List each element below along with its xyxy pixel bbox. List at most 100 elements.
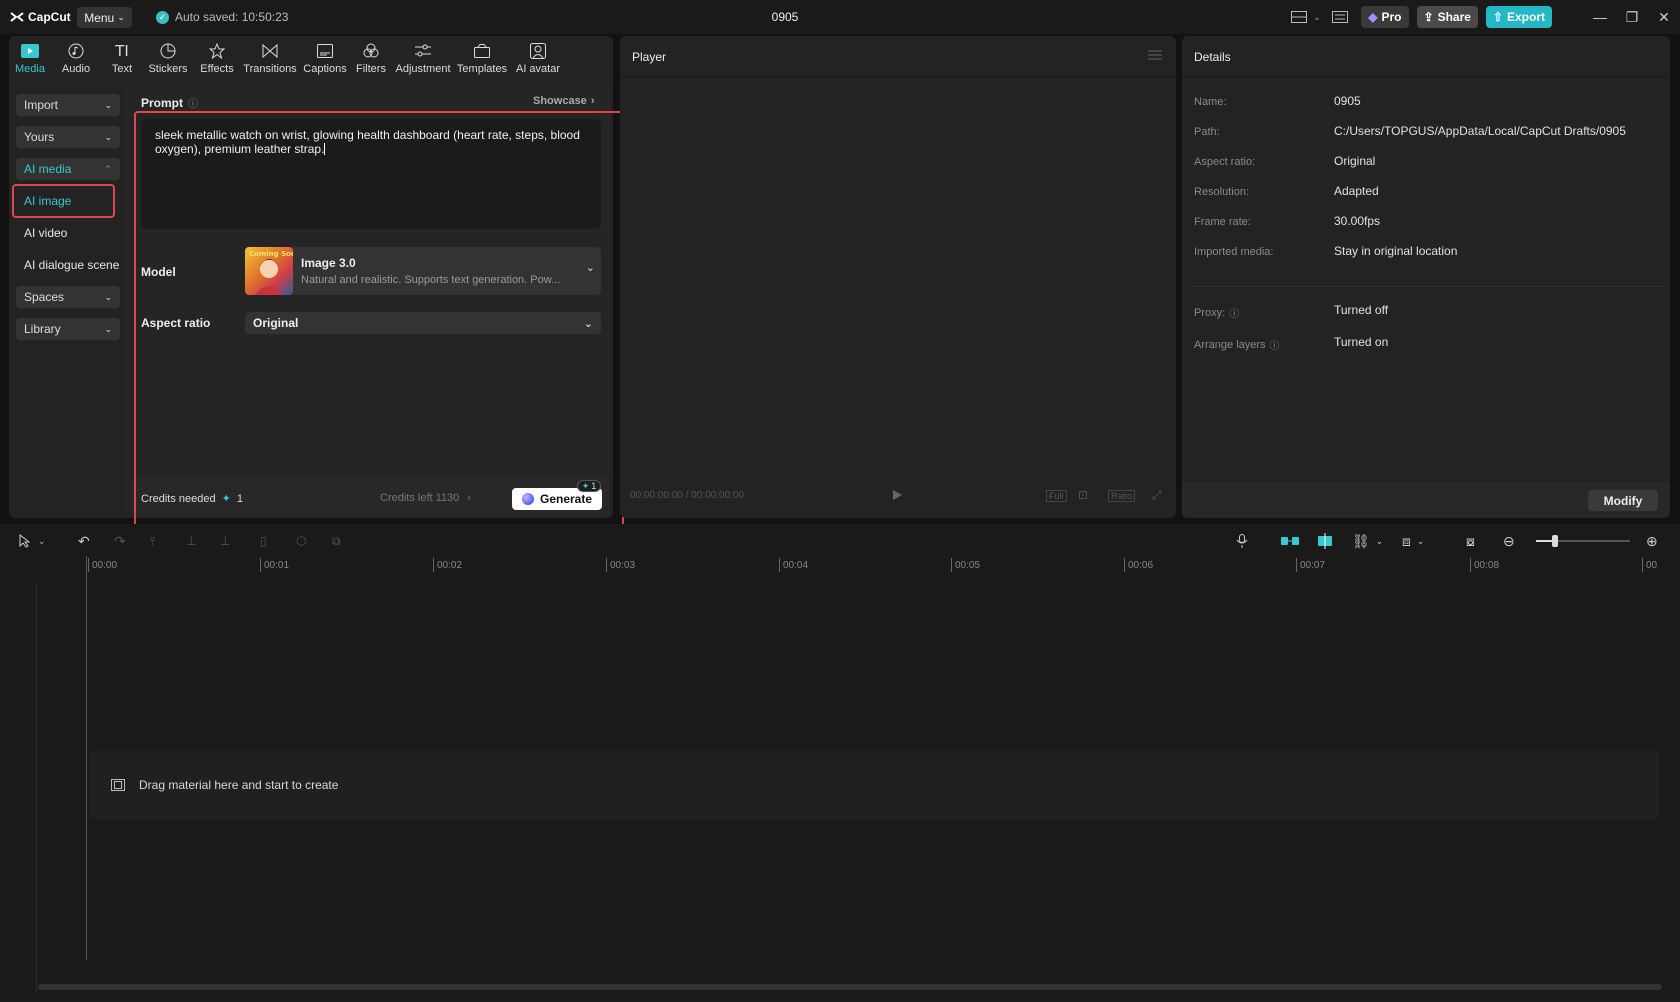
minimize-icon[interactable]: —: [1584, 0, 1616, 34]
export-label: Export: [1507, 10, 1545, 24]
shortcut-icon[interactable]: [1325, 11, 1355, 23]
showcase-link[interactable]: Showcase ›: [533, 95, 594, 107]
chevron-down-icon[interactable]: ⌄: [1313, 12, 1325, 23]
zoom-out-icon[interactable]: ⊖: [1503, 533, 1515, 549]
help-icon[interactable]: ⓘ: [1270, 337, 1280, 352]
aspect-ratio-select[interactable]: Original ⌄: [245, 312, 601, 334]
timeline-toolbar: [0, 524, 1680, 558]
tab-label: Stickers: [148, 63, 187, 75]
cover-icon[interactable]: ⧇: [1466, 533, 1475, 549]
modify-button[interactable]: Modify: [1588, 490, 1658, 511]
sidebar-item-ai-dialogue[interactable]: AI dialogue scene: [16, 254, 120, 276]
thumbnail-caption: Coming Soon: [249, 250, 293, 258]
close-icon[interactable]: ✕: [1648, 0, 1680, 34]
ai-media-button[interactable]: AI media⌃: [16, 158, 120, 180]
ruler-tick: 00: [1646, 560, 1657, 571]
tab-effects[interactable]: Effects: [194, 36, 240, 78]
help-icon[interactable]: ⓘ: [1229, 305, 1239, 320]
split-right-icon[interactable]: ⊥: [220, 533, 230, 549]
playhead[interactable]: [86, 556, 87, 960]
layout-icon[interactable]: [1285, 11, 1313, 23]
credits-left-link[interactable]: Credits left 1130 ›: [380, 492, 471, 504]
split-left-icon[interactable]: ⊥: [186, 533, 196, 549]
arrange-layers-value: Turned on: [1334, 335, 1388, 349]
tab-transitions[interactable]: Transitions: [240, 36, 300, 78]
sidebar-item-ai-video[interactable]: AI video: [16, 222, 120, 244]
chevron-down-icon: ⌄: [38, 536, 46, 547]
ruler-tick: 00:07: [1300, 560, 1325, 571]
microphone-icon[interactable]: [1236, 533, 1248, 549]
tab-audio[interactable]: Audio: [50, 36, 102, 78]
share-button[interactable]: ⇪ Share: [1417, 6, 1478, 28]
chevron-down-icon: ⌄: [1417, 536, 1425, 547]
timeline-drop-zone[interactable]: Drag material here and start to create: [89, 751, 1659, 819]
tab-ai-avatar[interactable]: AI avatar: [510, 36, 566, 78]
transitions-icon: [262, 42, 278, 60]
restore-icon[interactable]: ❐: [1616, 0, 1648, 34]
zoom-slider-handle[interactable]: [1552, 535, 1558, 547]
filters-icon: [363, 42, 379, 60]
pro-button[interactable]: ◆ Pro: [1361, 6, 1408, 28]
redo-icon[interactable]: ↷: [114, 533, 126, 549]
full-button[interactable]: Full: [1046, 490, 1067, 502]
model-name: Image 3.0: [301, 256, 356, 270]
info-icon[interactable]: ⓘ: [188, 95, 198, 110]
tab-media[interactable]: Media: [10, 36, 50, 78]
tab-text[interactable]: TIText: [102, 36, 142, 78]
player-menu-icon[interactable]: [1148, 49, 1162, 61]
mask-icon[interactable]: ⬡: [296, 533, 306, 549]
export-button[interactable]: ⇧ Export: [1486, 6, 1552, 28]
menu-button[interactable]: Menu ⌄: [77, 7, 132, 28]
preview-axis-icon[interactable]: ⧈⌄: [1402, 533, 1424, 549]
main-track-magnet-icon[interactable]: [1280, 533, 1300, 549]
library-button[interactable]: Library⌄: [16, 318, 120, 340]
play-icon[interactable]: [892, 489, 903, 501]
tab-filters[interactable]: Filters: [350, 36, 392, 78]
tab-captions[interactable]: Captions: [300, 36, 350, 78]
auto-snap-icon[interactable]: [1316, 533, 1334, 549]
ruler-tick: 00:04: [783, 560, 808, 571]
player-timecode: 00:00:00:00 / 00:00:00:00: [630, 490, 744, 501]
zoom-in-icon[interactable]: ⊕: [1646, 533, 1658, 549]
link-icon[interactable]: ⛓⌄: [1352, 533, 1383, 549]
adjustment-icon: [415, 42, 431, 60]
undo-icon[interactable]: ↶: [78, 533, 90, 549]
prompt-input[interactable]: sleek metallic watch on wrist, glowing h…: [141, 119, 601, 229]
detail-label: Imported media:: [1194, 246, 1273, 258]
timeline-scrollbar[interactable]: [38, 984, 1662, 990]
share-label: Share: [1438, 10, 1471, 24]
tab-label: Audio: [62, 63, 90, 75]
delete-icon[interactable]: ▯: [260, 533, 267, 549]
fullscreen-icon[interactable]: ⤢: [1152, 488, 1162, 503]
timeline-ruler: 00:0000:0100:0200:0300:0400:0500:0600:07…: [0, 558, 1680, 576]
tab-adjustment[interactable]: Adjustment: [392, 36, 454, 78]
detail-value: Adapted: [1334, 184, 1379, 198]
sparkle-icon: ✦: [582, 481, 590, 492]
select-tool-icon[interactable]: ⌄: [18, 533, 46, 549]
tool-tabs: Media Audio TIText Stickers EffectsTransitio…: [10, 36, 612, 78]
chevron-right-icon: ›: [591, 95, 595, 107]
check-icon: ✓: [156, 11, 169, 24]
detail-value: C:/Users/TOPGUS/AppData/Local/CapCut Dra…: [1334, 124, 1626, 138]
yours-button[interactable]: Yours⌄: [16, 126, 120, 148]
credits-needed-label: Credits needed: [141, 493, 216, 505]
chevron-down-icon: ⌄: [584, 317, 593, 330]
zoom-slider[interactable]: [1536, 540, 1630, 542]
player-title: Player: [632, 50, 666, 64]
tab-templates[interactable]: Templates: [454, 36, 510, 78]
tab-stickers[interactable]: Stickers: [142, 36, 194, 78]
media-icon: [21, 42, 39, 60]
ratio-button[interactable]: Ratio: [1108, 490, 1135, 502]
screenshot-icon[interactable]: ⊡: [1078, 488, 1088, 502]
spaces-button[interactable]: Spaces⌄: [16, 286, 120, 308]
sidebar-item-ai-image[interactable]: AI image: [16, 190, 120, 212]
ruler-tick: 00:08: [1474, 560, 1499, 571]
import-button[interactable]: Import⌄: [16, 94, 120, 116]
chevron-right-icon: ›: [467, 492, 471, 504]
crop-icon[interactable]: ⧉: [332, 533, 341, 549]
split-icon[interactable]: ⫯: [150, 533, 155, 549]
model-select[interactable]: Coming Soon Image 3.0 Natural and realis…: [245, 247, 601, 295]
autosave-text: Auto saved: 10:50:23: [175, 10, 288, 24]
details-panel: Details: [1182, 36, 1670, 518]
tab-label: Templates: [457, 63, 507, 75]
